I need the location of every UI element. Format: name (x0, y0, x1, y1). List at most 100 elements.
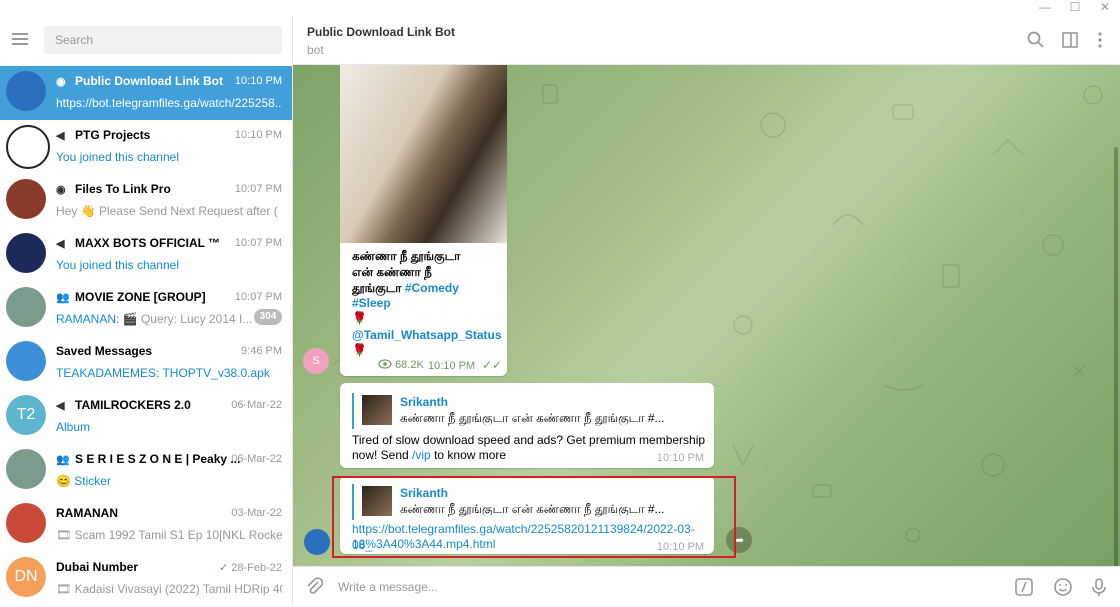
chat-preview: You joined this channel (56, 150, 282, 164)
chat-list-item[interactable]: RAMANAN 03-Mar-22 🎞 Scam 1992 Tamil S1 Ep … (0, 498, 292, 552)
chat-list: ◉ Public Download Link Bot 10:10 PM https:/… (0, 66, 292, 606)
chat-avatar (6, 71, 46, 111)
channel-type-icon: ◀ (56, 399, 65, 412)
chat-name: 👥 MOVIE ZONE [GROUP] (56, 290, 206, 304)
message-photo[interactable] (340, 65, 507, 243)
sender-avatar[interactable]: S (303, 348, 329, 374)
views-count: 68.2K (395, 359, 424, 371)
chat-name-text: MOVIE ZONE [GROUP] (75, 290, 206, 304)
chat-preview-text: You joined this channel (56, 258, 179, 272)
chat-avatar: DN (6, 557, 46, 597)
chat-list-item[interactable]: ◀ PTG Projects 10:10 PM You joined this cha… (0, 120, 292, 174)
bot-type-icon: ◉ (56, 75, 66, 88)
hashtag-sleep[interactable]: #Sleep (352, 295, 391, 311)
message-line-1: Tired of slow download speed and ads? Ge… (352, 433, 706, 447)
bot-avatar[interactable] (304, 529, 330, 555)
hashtag-comedy[interactable]: #Comedy (405, 281, 459, 295)
preview-sender: RAMANAN: (56, 312, 120, 326)
bot-command-icon[interactable] (1013, 576, 1035, 598)
search-input[interactable]: Search (44, 26, 282, 54)
read-check-icon: ✓ (219, 562, 229, 574)
chat-time-text: 10:07 PM (234, 291, 282, 303)
highlight-box (332, 476, 736, 558)
chat-time: 9:46 PM (241, 345, 282, 357)
close-window-button[interactable]: ✕ (1093, 0, 1117, 16)
chat-preview: You joined this channel (56, 258, 282, 272)
chat-list-item[interactable]: DN Dubai Number ✓ 28-Feb-22 🎞 Kadaisi Vivasa… (0, 552, 292, 606)
message-input[interactable]: Write a message... (338, 580, 438, 594)
chat-subtitle: bot (307, 43, 324, 57)
chat-name: ◉ Files To Link Pro (56, 182, 171, 196)
hamburger-menu-icon[interactable] (8, 30, 32, 50)
reply-thumbnail (362, 395, 392, 425)
read-checks-icon: ✓✓ (482, 358, 503, 372)
photo-message[interactable]: கண்ணா நீ தூங்குடா என் கண்ணா நீ தூங்குடா … (340, 65, 507, 376)
chat-name-text: Dubai Number (56, 560, 139, 574)
chat-preview-text: https://bot.telegramfiles.ga/watch/22525… (56, 96, 282, 110)
chat-time: 03-Mar-22 (231, 507, 282, 519)
chat-preview-text: You joined this channel (56, 150, 179, 164)
chat-header: Public Download Link Bot bot (293, 16, 1120, 65)
chat-avatar (6, 341, 46, 381)
views-meta: 68.2K (378, 359, 424, 371)
chat-name: Dubai Number (56, 560, 138, 574)
chat-name-text: S E R I E S Z O N E | Peaky ... (75, 452, 241, 466)
reply-quote[interactable]: Srikanth கண்ணா நீ தூங்குடா என் கண்ணா நீ … (352, 393, 702, 429)
channel-mention[interactable]: @Tamil_Whatsapp_Status (352, 327, 502, 343)
chat-preview: https://bot.telegramfiles.ga/watch/22525… (56, 96, 282, 110)
chat-preview: RAMANAN: 🎬 Query: Lucy 2014 I... (56, 312, 252, 326)
sidebar-toggle-icon[interactable] (1060, 30, 1080, 50)
chat-avatar (6, 179, 46, 219)
chat-avatar (6, 287, 46, 327)
microphone-icon[interactable] (1088, 576, 1110, 598)
chat-time: 10:10 PM (235, 129, 282, 141)
chat-time: 10:07 PM (235, 183, 282, 195)
more-options-icon[interactable] (1090, 30, 1110, 50)
chat-time-text: 10:10 PM (234, 129, 282, 141)
chat-name-text: Files To Link Pro (75, 182, 171, 196)
chat-preview-text: 🎞 Scam 1992 Tamil S1 Ep 10[NKL Rockers..… (56, 528, 282, 542)
chat-list-item[interactable]: Saved Messages 9:46 PM TEAKADAMEMES: THOPT… (0, 336, 292, 390)
post-line-2: என் கண்ணா நீ (352, 265, 432, 279)
minimize-button[interactable]: — (1033, 0, 1057, 16)
chat-time: 10:07 PM (235, 237, 282, 249)
chat-preview: Hey 👋 Please Send Next Request after ( .… (56, 204, 282, 218)
chat-list-item[interactable]: ◉ Files To Link Pro 10:07 PM Hey 👋 Please S… (0, 174, 292, 228)
message-composer: Write a message... (293, 566, 1120, 607)
vip-command-link[interactable]: /vip (412, 448, 431, 462)
chat-name: 👥 S E R I E S Z O N E | Peaky ... (56, 452, 240, 466)
chat-title[interactable]: Public Download Link Bot (307, 25, 455, 39)
post-time: 10:10 PM (428, 360, 476, 372)
chat-preview-text: 🎞 Kadaisi Vivasayi (2022) Tamil HDRip 40… (56, 582, 282, 596)
search-placeholder: Search (55, 33, 94, 47)
chat-list-sidebar: Search ◉ Public Download Link Bot 10:10 PM… (0, 16, 293, 606)
premium-reply-message[interactable]: Srikanth கண்ணா நீ தூங்குடா என் கண்ணா நீ … (340, 383, 714, 468)
chat-preview: 🎞 Scam 1992 Tamil S1 Ep 10[NKL Rockers..… (56, 528, 282, 542)
chat-list-item[interactable]: 👥 MOVIE ZONE [GROUP] 10:07 PM RAMANAN: 🎬 Qu… (0, 282, 292, 336)
maximize-button[interactable]: ☐ (1063, 0, 1087, 16)
chat-list-item[interactable]: ◀ MAXX BOTS OFFICIAL ™ 10:07 PM You joined … (0, 228, 292, 282)
chat-list-item[interactable]: ◉ Public Download Link Bot 10:10 PM https:/… (0, 66, 292, 120)
post-line-3: தூங்குடா #Comedy (352, 281, 459, 295)
chat-time-text: 06-Mar-22 (231, 453, 282, 465)
chat-preview: 🎞 Kadaisi Vivasayi (2022) Tamil HDRip 40… (56, 582, 282, 596)
chat-name: ◀ PTG Projects (56, 128, 150, 142)
chat-avatar: T2 (6, 395, 46, 435)
chat-list-item[interactable]: 👥 S E R I E S Z O N E | Peaky ... 06-Mar-2… (0, 444, 292, 498)
chat-preview-text: Hey 👋 Please Send Next Request after ( .… (56, 204, 282, 218)
chat-scrollbar[interactable] (1114, 147, 1118, 566)
attach-icon[interactable] (303, 576, 325, 598)
chat-preview: TEAKADAMEMES: THOPTV_v38.0.apk (56, 366, 282, 380)
chat-preview: 😊 Sticker (56, 474, 282, 488)
chat-preview: Album (56, 420, 282, 434)
chat-name-text: Public Download Link Bot (75, 74, 223, 88)
chat-name: Saved Messages (56, 344, 152, 358)
chat-name-text: TAMILROCKERS 2.0 (75, 398, 191, 412)
message-line-2: now! Send /vip to know more (352, 448, 507, 462)
chat-list-item[interactable]: T2 ◀ TAMILROCKERS 2.0 06-Mar-22 Album (0, 390, 292, 444)
chat-time: 06-Mar-22 (231, 399, 282, 411)
chat-time-text: 9:46 PM (241, 345, 282, 357)
chat-time-text: 03-Mar-22 (231, 507, 282, 519)
emoji-icon[interactable] (1052, 576, 1074, 598)
search-icon[interactable] (1026, 30, 1046, 50)
